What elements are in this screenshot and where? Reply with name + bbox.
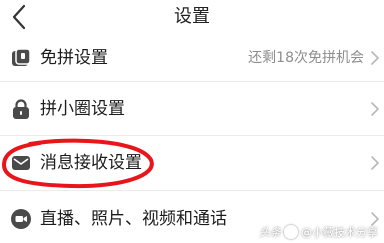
nav-bar: 设置 <box>0 0 384 38</box>
row-divider <box>0 135 384 136</box>
chevron-right-icon <box>371 156 379 170</box>
row-label: 免拼设置 <box>40 48 108 68</box>
row-label: 拼小圈设置 <box>40 99 125 119</box>
row-label: 直播、照片、视频和通话 <box>40 209 227 229</box>
chevron-right-icon <box>371 102 379 116</box>
chevron-right-icon <box>371 51 379 65</box>
watermark-brand: 头条 <box>259 226 281 239</box>
envelope-icon <box>12 156 30 170</box>
lock-icon <box>13 99 29 119</box>
settings-row-circle[interactable]: 拼小圈设置 <box>0 88 384 130</box>
author-avatar-icon <box>284 225 298 239</box>
row-label: 消息接收设置 <box>40 153 142 173</box>
row-hint: 还剩18次免拼机会 <box>248 50 364 66</box>
pin-card-icon <box>12 48 31 66</box>
watermark-handle: @小薇技术分享 <box>301 226 378 239</box>
settings-row-free-group[interactable]: 免拼设置 还剩18次免拼机会 <box>0 37 384 79</box>
settings-row-message[interactable]: 消息接收设置 <box>0 142 384 184</box>
row-divider <box>0 81 384 82</box>
settings-screen: 设置 免拼设置 还剩18次免拼机会 拼小圈设置 消息接收设置 直播、照片、视频和… <box>0 0 384 243</box>
watermark: 头条 @小薇技术分享 <box>259 223 378 241</box>
row-divider <box>0 190 384 191</box>
page-title: 设置 <box>174 6 210 27</box>
video-camera-icon <box>11 209 31 229</box>
